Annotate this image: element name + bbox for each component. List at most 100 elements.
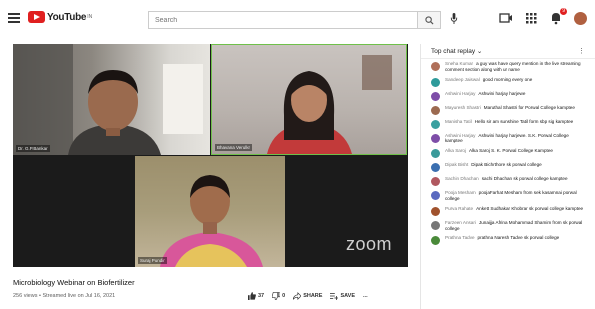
- chat-author-name[interactable]: Manisha Tatil: [445, 119, 472, 124]
- chat-author-name[interactable]: Sachin Dhachan: [445, 176, 479, 181]
- chat-message: Sachin Dhachan sachi Dhachan sk porwal co…: [431, 176, 587, 187]
- chat-message-body: Sneha Kumar a guy was have query mention …: [445, 61, 587, 73]
- participant-tile-3: Suraj Pundir: [135, 156, 285, 267]
- chat-message: Ashwini Harjay Ashwini harjay harjewe. S.…: [431, 133, 587, 145]
- chat-message-text: Alka Saroj S. K. Porwal College Kamptee: [468, 148, 553, 154]
- chat-author-avatar[interactable]: [431, 236, 440, 246]
- chat-message-body: Farzeen Ansari Junaijja Afrina Mohammad S…: [445, 220, 587, 232]
- participant-video-1: [13, 44, 203, 155]
- chat-message-text: Ankett Sudhakar Khobrar sk porwal colleg…: [476, 205, 584, 211]
- chat-message-body: Ashwini Harjay Ashwini harjay harjewe. S.…: [445, 133, 587, 145]
- chat-author-avatar[interactable]: [431, 62, 440, 71]
- participant-name-3: Suraj Pundir: [138, 257, 167, 264]
- youtube-logo[interactable]: YouTube IN: [28, 11, 92, 23]
- chat-author-name[interactable]: Sneha Kumar: [445, 61, 473, 66]
- chat-author-avatar[interactable]: [431, 163, 440, 173]
- chat-author-name[interactable]: Sandeep Jaiswal: [445, 77, 480, 82]
- save-playlist-icon: [330, 293, 339, 300]
- search-input[interactable]: [148, 11, 417, 29]
- chat-message-body: Purva Rahate Ankett Sudhakar Khobrar sk p…: [445, 206, 583, 212]
- chat-message-text: sachi Dhachan sk porwal college kamptee: [481, 176, 568, 182]
- chat-author-avatar[interactable]: [431, 220, 440, 230]
- video-title: Microbiology Webinar on Biofertilizer: [13, 278, 135, 287]
- video-meta: 256 views • Streamed live on Jul 16, 202…: [13, 293, 116, 299]
- chat-message-text: prathna Naresh Tadve sk porwal college: [477, 235, 560, 241]
- chat-message: Manisha Tatil Hello sir am sunshine Tatil…: [431, 119, 587, 129]
- chat-message-body: Dipak Bisht Dipak Bichrthore sk porwal co…: [445, 162, 542, 168]
- chat-message-text: Dipak Bichrthore sk porwal college: [471, 162, 542, 168]
- chat-author-avatar[interactable]: [431, 177, 440, 187]
- chat-author-avatar[interactable]: [431, 105, 440, 115]
- chat-author-name[interactable]: Purva Rahate: [445, 206, 473, 211]
- dislike-count: 0: [282, 293, 286, 299]
- chat-author-name[interactable]: Dipak Bisht: [445, 162, 468, 167]
- participant-name-2: Bhavana Verulkr: [215, 144, 253, 151]
- chat-author-name[interactable]: Ashwini Harjay: [445, 133, 475, 138]
- chat-message-text: Maruthal Shastri for Porwal College kamp…: [483, 104, 575, 110]
- chat-message-body: Mayuresh Shastri Maruthal Shastri for Por…: [445, 105, 575, 111]
- chat-message-list[interactable]: Sneha Kumar a guy was have query mention …: [421, 59, 595, 246]
- chat-message-text: Hello sir am sunshine Tatil form sbp sig…: [474, 118, 574, 124]
- chat-author-avatar[interactable]: [431, 191, 440, 201]
- chat-message: Farzeen Ansari Junaijja Afrina Mohammad S…: [431, 220, 587, 232]
- apps-grid-icon[interactable]: [524, 11, 538, 25]
- notifications-bell-icon[interactable]: 9: [549, 8, 567, 25]
- dislike-button[interactable]: 0: [272, 292, 285, 300]
- chat-message: Pooja Mesham poojaFarhat Mesham from sek …: [431, 190, 587, 202]
- chat-message-text: Ashwini harjay harjewe: [478, 90, 526, 96]
- chat-message: Prathna Tadve prathna Naresh Tadve sk por…: [431, 235, 587, 246]
- chat-message-body: Pooja Mesham poojaFarhat Mesham from sek …: [445, 190, 587, 202]
- like-button[interactable]: 37: [248, 292, 264, 300]
- participant-tile-2: Bhavana Verulkr: [211, 44, 407, 155]
- chat-author-name[interactable]: Farzeen Ansari: [445, 220, 476, 225]
- chat-message: Sneha Kumar a guy was have query mention …: [431, 61, 587, 73]
- share-icon: [293, 292, 302, 300]
- chat-mode-dropdown[interactable]: Top chat replay ⌄: [431, 47, 482, 55]
- chat-message-body: Ashwini Harjay Ashwini harjay harjewe: [445, 91, 525, 97]
- chat-message-body: Alka Saroj Alka Saroj S. K. Porwal Colleg…: [445, 148, 553, 154]
- chat-author-avatar[interactable]: [431, 149, 440, 159]
- chat-more-icon[interactable]: ⋮: [578, 47, 585, 55]
- chat-message: Dipak Bisht Dipak Bichrthore sk porwal co…: [431, 162, 587, 173]
- participant-name-1: Dr. G.P.Bankar: [16, 145, 50, 152]
- thumbs-down-icon: [272, 292, 281, 300]
- like-count: 37: [258, 293, 265, 299]
- participant-video-3: [160, 175, 263, 267]
- more-actions-button[interactable]: ...: [363, 293, 368, 299]
- chat-message-body: Manisha Tatil Hello sir am sunshine Tatil…: [445, 119, 573, 125]
- chat-message: Mayuresh Shastri Maruthal Shastri for Por…: [431, 105, 587, 115]
- chat-author-avatar[interactable]: [431, 133, 440, 143]
- chat-message: Sandeep Jaiswal good morning every one: [431, 77, 587, 87]
- chat-author-avatar[interactable]: [431, 77, 440, 87]
- chat-message-body: Sandeep Jaiswal good morning every one: [445, 77, 532, 83]
- chat-panel: Top chat replay ⌄ ⋮ Sneha Kumar a guy was…: [420, 44, 595, 309]
- create-video-icon[interactable]: [499, 11, 513, 25]
- chat-author-avatar[interactable]: [431, 206, 440, 216]
- participant-video-2: [267, 55, 392, 154]
- chat-author-name[interactable]: Pooja Mesham: [445, 190, 476, 195]
- share-label: SHARE: [303, 293, 323, 299]
- chat-author-name[interactable]: Prathna Tadve: [445, 235, 475, 240]
- menu-icon[interactable]: [8, 13, 20, 23]
- youtube-play-icon: [28, 11, 45, 23]
- chat-message-body: Sachin Dhachan sachi Dhachan sk porwal co…: [445, 176, 568, 182]
- user-avatar[interactable]: [574, 11, 587, 25]
- video-player[interactable]: Dr. G.P.Bankar Bhavana Verulkr Suraj Pun…: [13, 44, 408, 267]
- chat-author-avatar[interactable]: [431, 119, 440, 129]
- chat-message: Purva Rahate Ankett Sudhakar Khobrar sk p…: [431, 206, 587, 216]
- logo-text: YouTube: [47, 11, 87, 23]
- chat-header: Top chat replay ⌄ ⋮: [421, 44, 595, 59]
- chat-author-name[interactable]: Alka Saroj: [445, 148, 466, 153]
- thumbs-up-icon: [248, 292, 256, 300]
- chat-author-avatar[interactable]: [431, 91, 440, 101]
- save-button[interactable]: SAVE: [330, 292, 355, 300]
- participant-tile-1: Dr. G.P.Bankar: [13, 44, 210, 155]
- share-button[interactable]: SHARE: [293, 292, 322, 300]
- search-button[interactable]: [417, 11, 441, 29]
- zoom-watermark: zoom: [345, 234, 392, 254]
- chat-author-name[interactable]: Mayuresh Shastri: [445, 105, 481, 110]
- chat-message: Ashwini Harjay Ashwini harjay harjewe: [431, 91, 587, 101]
- microphone-icon[interactable]: [450, 13, 458, 24]
- chat-author-name[interactable]: Ashwini Harjay: [445, 91, 475, 96]
- video-actions: 37 0 SHARE SAVE ...: [248, 292, 368, 300]
